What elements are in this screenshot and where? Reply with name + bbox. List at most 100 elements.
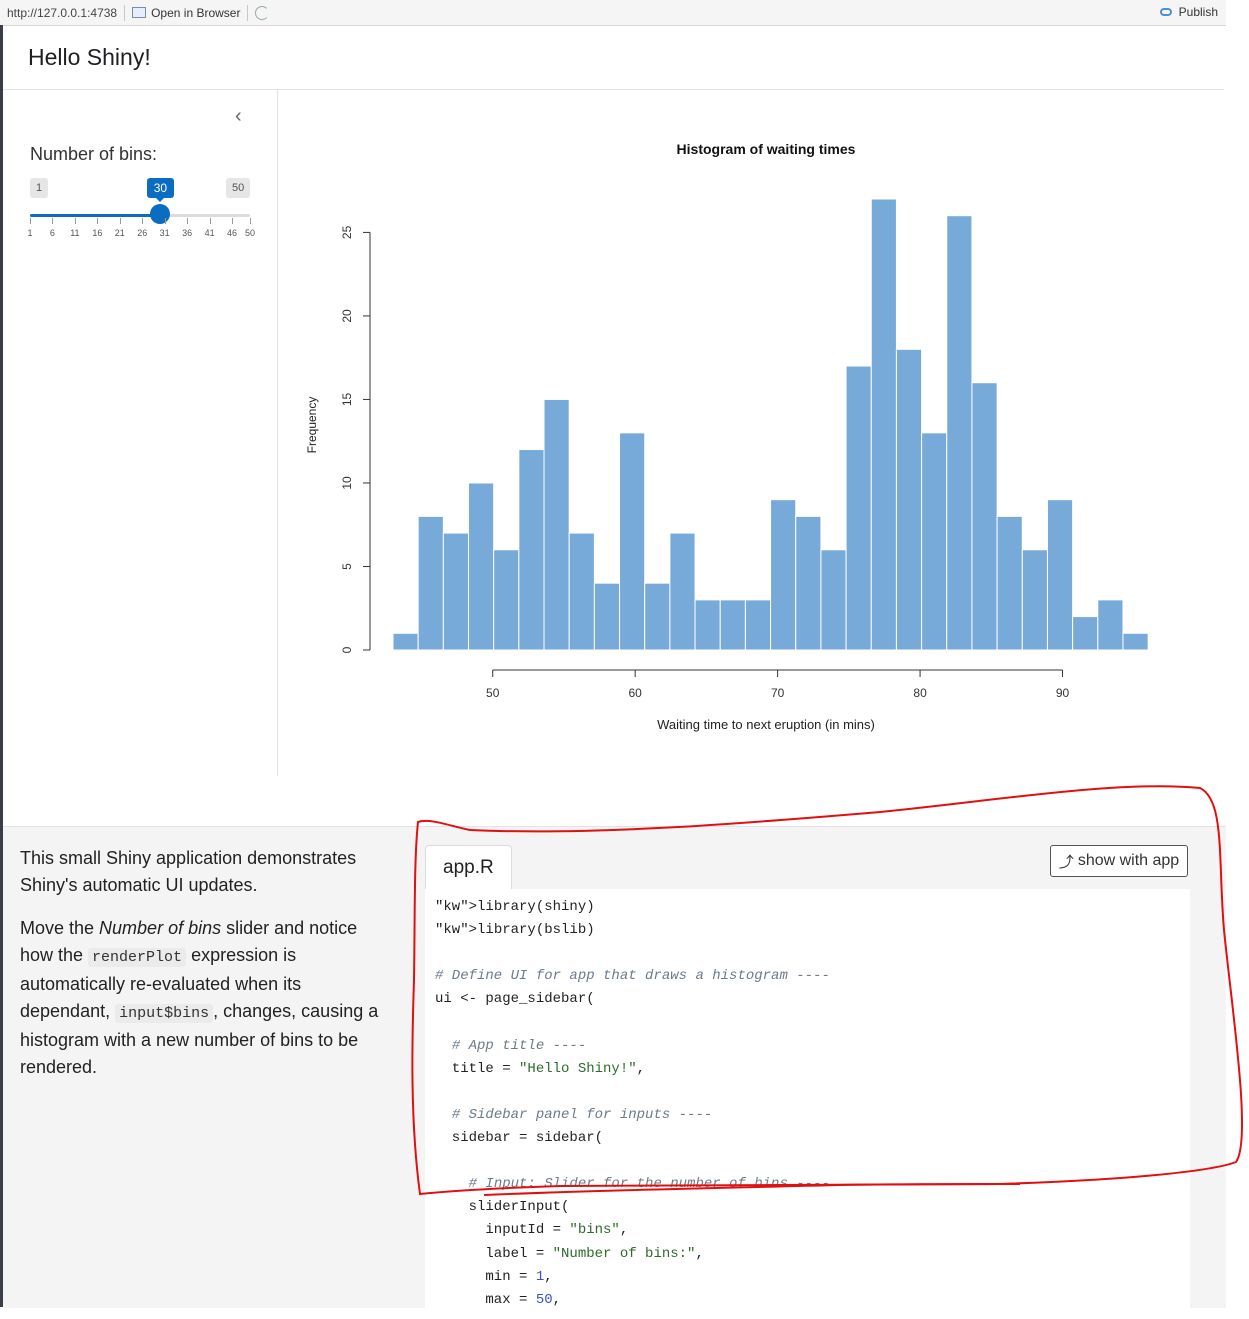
publish-button[interactable]: Publish xyxy=(1158,5,1218,19)
slider-tick xyxy=(97,218,99,224)
slider-track-fill xyxy=(30,214,161,217)
browser-window-icon xyxy=(132,7,147,18)
x-axis-label: Waiting time to next eruption (in mins) xyxy=(657,717,875,732)
slider-tick xyxy=(250,218,251,224)
toolbar-divider xyxy=(247,4,249,21)
description-text: Move the xyxy=(20,918,100,938)
slider-tick-label: 1 xyxy=(27,228,33,238)
code-tabs: app.R ⤴ show with app xyxy=(425,845,1190,891)
y-tick-label: 20 xyxy=(340,309,354,323)
histogram-plot: Histogram of waiting times 0 5 10 15 20 25 Freq… xyxy=(305,141,1149,732)
slider-min-label: 1 xyxy=(30,178,49,198)
histogram-bar xyxy=(694,599,721,651)
code-line: label = "Number of bins:", xyxy=(435,1245,704,1262)
show-with-app-button[interactable]: ⤴ show with app xyxy=(1050,845,1188,877)
slider-tick-label: 50 xyxy=(244,228,256,238)
code-line: max = 50, xyxy=(435,1291,562,1308)
y-tick-label: 15 xyxy=(340,392,354,406)
code-line: # Sidebar panel for inputs ---- xyxy=(451,1106,713,1123)
tab-app-r[interactable]: app.R xyxy=(425,845,512,890)
slider-tick-label: 6 xyxy=(49,228,55,238)
histogram-bar xyxy=(971,382,998,651)
arrow-up-icon: ⤴ xyxy=(1058,853,1074,871)
code-line: # App title ---- xyxy=(451,1037,587,1054)
histogram-bar xyxy=(870,198,897,651)
histogram-bar xyxy=(417,515,444,651)
histogram-bar xyxy=(744,599,772,651)
description-emphasis: Number of bins xyxy=(99,918,222,938)
y-tick-label: 10 xyxy=(340,476,354,490)
code-line: title = "Hello Shiny!", xyxy=(435,1060,646,1077)
histogram-bar xyxy=(493,549,520,651)
slider-tick-label: 41 xyxy=(204,228,215,238)
slider-tick xyxy=(119,218,121,224)
collapse-sidebar-icon[interactable]: ‹ xyxy=(235,106,251,126)
page-title: Hello Shiny! xyxy=(28,44,151,70)
slider-tick xyxy=(74,218,76,224)
code-line: sliderInput( xyxy=(435,1199,570,1216)
histogram-bar xyxy=(644,582,671,651)
slider-tick xyxy=(164,218,166,224)
histogram-bar xyxy=(1072,616,1099,651)
code-line: # Define UI for app that draws a histogr… xyxy=(435,968,830,985)
slider-tick xyxy=(209,218,211,224)
histogram-bar xyxy=(996,515,1023,651)
slider-tick-label: 11 xyxy=(70,228,80,238)
slider-tick xyxy=(187,218,189,224)
sidebar-panel: ‹ Number of bins: 1 50 30 1 6 11 16 21 26 31 36… xyxy=(3,90,278,776)
y-tick-label: 5 xyxy=(340,563,354,570)
histogram-bar xyxy=(1021,549,1048,651)
y-tick-label: 0 xyxy=(340,646,354,653)
histogram-bar xyxy=(1097,599,1124,651)
slider-max-label: 50 xyxy=(226,178,251,198)
x-tick-label: 70 xyxy=(771,686,785,700)
slider-tick-label: 46 xyxy=(227,228,238,238)
code-line: "kw">library(bslib) xyxy=(435,922,595,939)
histogram-bar xyxy=(921,432,948,651)
description-paragraph-2: Move the Number of bins slider and notic… xyxy=(20,915,390,1080)
shiny-app: Hello Shiny! ‹ Number of bins: 1 50 30 1… xyxy=(3,26,1226,1319)
plot-panel: Histogram of waiting times 0 5 10 15 20 25 Freq… xyxy=(278,90,1224,776)
histogram-bar xyxy=(1046,499,1074,651)
publish-icon xyxy=(1158,6,1174,18)
open-in-browser-label: Open in Browser xyxy=(151,5,241,20)
viewer-url[interactable]: http://127.0.0.1:4738 xyxy=(0,6,117,20)
y-tick-label: 25 xyxy=(340,225,354,239)
histogram-bar xyxy=(770,499,797,651)
slider-tick-label: 36 xyxy=(182,228,193,238)
publish-label: Publish xyxy=(1178,5,1218,19)
open-in-browser-button[interactable]: Open in Browser xyxy=(132,6,240,20)
showcase-panel: This small Shiny application demonstrate… xyxy=(3,826,1226,1319)
app-description: This small Shiny application demonstrate… xyxy=(20,845,390,1097)
slider-tick-label: 31 xyxy=(159,228,170,238)
histogram-bar xyxy=(518,449,545,651)
slider-tick xyxy=(142,218,144,224)
inline-code-renderplot: renderPlot xyxy=(88,947,187,967)
histogram-bar xyxy=(442,532,470,651)
inline-code-input-bins: input$bins xyxy=(115,1003,214,1023)
histogram-bar xyxy=(669,532,696,651)
toolbar-divider xyxy=(124,4,126,21)
slider-tick xyxy=(52,218,54,224)
source-code: "kw">library(shiny) "kw">library(bslib) # … xyxy=(425,889,1190,1319)
code-line: ui <- page_sidebar( xyxy=(435,991,595,1008)
histogram-bar xyxy=(543,398,570,651)
code-line: "kw">library(shiny) xyxy=(435,899,595,915)
histogram-bar xyxy=(568,532,595,651)
histogram-bar xyxy=(1122,632,1149,651)
histogram-bar xyxy=(895,348,923,651)
x-tick-label: 60 xyxy=(628,686,642,700)
y-axis-label: Frequency xyxy=(305,397,319,454)
slider-tick-label: 16 xyxy=(92,228,103,238)
slider-track[interactable] xyxy=(30,214,250,217)
histogram-bar xyxy=(946,215,973,651)
slider-tick-label: 21 xyxy=(114,228,125,238)
refresh-icon[interactable] xyxy=(255,5,270,20)
code-line: # Input: Slider for the number of bins -… xyxy=(468,1176,830,1193)
slider-tick xyxy=(30,218,31,224)
code-line: min = 1, xyxy=(435,1268,553,1285)
histogram-bar xyxy=(468,482,495,651)
slider-label: Number of bins: xyxy=(30,144,158,164)
code-line: sidebar = sidebar( xyxy=(435,1130,604,1146)
code-line: inputId = "bins", xyxy=(435,1222,629,1239)
